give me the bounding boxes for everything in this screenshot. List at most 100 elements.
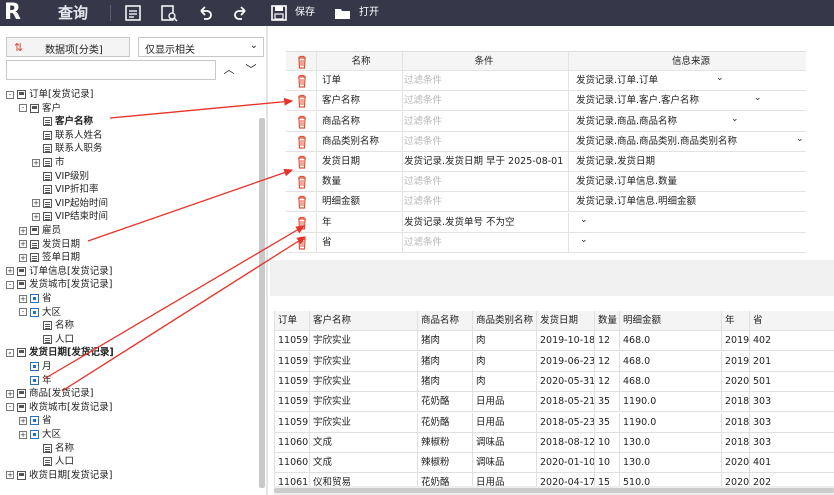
chevron-down-icon[interactable]: ⌄	[731, 114, 739, 124]
table-view-icon[interactable]	[124, 4, 142, 22]
tree-node[interactable]: 月	[19, 360, 52, 373]
chevron-down-icon[interactable]: ⌄	[796, 134, 804, 144]
condition-source[interactable]: 发货记录.商品.商品类别.商品类别名称	[576, 132, 806, 152]
condition-filter-field[interactable]: 发货记录.发货日期 早于 2025-08-01...	[404, 152, 564, 172]
trash-icon[interactable]	[296, 94, 308, 108]
scrollbar-thumb[interactable]	[274, 488, 834, 493]
collapse-icon[interactable]: -	[6, 348, 14, 357]
expand-icon[interactable]: +	[19, 240, 27, 249]
condition-filter-field[interactable]: 过滤条件	[404, 112, 564, 132]
tree-node[interactable]: 名称	[32, 319, 74, 332]
tree-node[interactable]: + 省	[19, 292, 52, 305]
collapse-icon[interactable]: -	[6, 280, 14, 289]
tree-node[interactable]: - 发货日期[发货记录]	[6, 346, 114, 359]
collapse-icon[interactable]: -	[19, 308, 27, 317]
tree-scrollbar[interactable]	[259, 118, 265, 488]
expand-icon[interactable]: +	[19, 253, 27, 262]
tree-node[interactable]: VIP级别	[32, 170, 89, 183]
trash-icon[interactable]	[296, 135, 308, 149]
field-search-input[interactable]	[6, 60, 216, 80]
expand-icon[interactable]: +	[6, 389, 14, 398]
tree-node[interactable]: 名称	[32, 442, 74, 455]
open-folder-icon[interactable]	[334, 4, 352, 22]
chevron-down-icon[interactable]: ⌄	[754, 93, 762, 103]
tree-node[interactable]: - 客户	[19, 102, 61, 115]
expand-icon[interactable]: +	[19, 226, 27, 235]
tree-node[interactable]: 客户名称	[32, 115, 93, 128]
tree-node[interactable]: + 雇员	[19, 224, 61, 237]
condition-name: 明细金额	[322, 196, 361, 208]
condition-source[interactable]: 发货记录.发货日期	[576, 152, 806, 172]
panel-divider[interactable]	[266, 26, 268, 495]
condition-filter-field[interactable]: 过滤条件	[404, 192, 564, 212]
trash-icon[interactable]	[296, 195, 308, 209]
expand-icon[interactable]: +	[6, 471, 14, 480]
trash-icon[interactable]	[296, 155, 308, 169]
table-row: 11059 宇欣实业 花奶酪 日用品 2018-05-23 35 1190.0 2018 303	[274, 412, 834, 433]
chevron-down-icon[interactable]: ⌄	[580, 235, 588, 245]
tree-node[interactable]: VIP折扣率	[32, 183, 99, 196]
tree-node[interactable]: + 省	[19, 414, 52, 427]
tree-node[interactable]: 人口	[32, 333, 74, 346]
delete-all-icon[interactable]	[296, 55, 308, 69]
expand-icon[interactable]: +	[19, 294, 27, 303]
tree-node[interactable]: + 商品[发货记录]	[6, 387, 93, 400]
condition-source[interactable]: 发货记录.商品.商品名称	[576, 112, 806, 132]
tree-node[interactable]: + 发货日期	[19, 238, 80, 251]
condition-source[interactable]	[576, 213, 806, 233]
expand-icon[interactable]: +	[19, 430, 27, 439]
expand-icon[interactable]: +	[32, 158, 40, 167]
condition-source[interactable]: 发货记录.订单信息.数量	[576, 172, 806, 192]
filter-dropdown[interactable]: 仅显示相关 ⌄	[138, 37, 264, 57]
tree-node[interactable]: 联系人职务	[32, 142, 103, 155]
expand-icon[interactable]: +	[19, 416, 27, 425]
expand-icon[interactable]: +	[32, 199, 40, 208]
tree-node[interactable]: - 发货城市[发货记录]	[6, 278, 112, 291]
chevron-down-icon[interactable]: ⌄	[580, 215, 588, 225]
condition-filter-field[interactable]: 过滤条件	[404, 132, 564, 152]
collapse-icon[interactable]: -	[6, 90, 14, 99]
open-button[interactable]: 打开	[359, 0, 379, 26]
trash-icon[interactable]	[296, 236, 308, 250]
condition-filter-field[interactable]: 过滤条件	[404, 71, 564, 91]
tree-node[interactable]: + 大区	[19, 428, 61, 441]
trash-icon[interactable]	[296, 216, 308, 230]
condition-source[interactable]	[576, 233, 806, 253]
trash-icon[interactable]	[296, 175, 308, 189]
condition-filter-field[interactable]: 发货记录.发货单号 不为空	[404, 213, 564, 233]
query-preview-icon[interactable]	[160, 4, 178, 22]
condition-source[interactable]: 发货记录.订单.订单	[576, 71, 806, 91]
tree-node[interactable]: + VIP结束时间	[32, 210, 108, 223]
condition-filter-field[interactable]: 过滤条件	[404, 233, 564, 253]
condition-source[interactable]: 发货记录.订单信息.明细金额	[576, 192, 806, 212]
expand-icon[interactable]: +	[6, 267, 14, 276]
save-icon[interactable]	[270, 4, 288, 22]
tree-node[interactable]: - 收货城市[发货记录]	[6, 401, 112, 414]
tree-node[interactable]: + 签单日期	[19, 251, 80, 264]
tree-node[interactable]: + 订单信息[发货记录]	[6, 265, 112, 278]
tree-node[interactable]: - 大区	[19, 306, 61, 319]
redo-icon[interactable]	[232, 4, 250, 22]
tree-node[interactable]: 人口	[32, 455, 74, 468]
condition-filter-field[interactable]: 过滤条件	[404, 91, 564, 111]
condition-source[interactable]: 发货记录.订单.客户.客户名称	[576, 91, 806, 111]
tree-node[interactable]: 联系人姓名	[32, 129, 103, 142]
chevron-up-icon[interactable]: ︿	[220, 61, 238, 79]
trash-icon[interactable]	[296, 74, 308, 88]
collapse-icon[interactable]: -	[19, 104, 27, 113]
tree-node[interactable]: + 收货日期[发货记录]	[6, 469, 112, 482]
tree-node[interactable]: 年	[19, 374, 52, 387]
collapse-icon[interactable]: -	[6, 403, 14, 412]
tree-node[interactable]: + 市	[32, 156, 65, 169]
trash-icon[interactable]	[296, 115, 308, 129]
condition-filter-field[interactable]: 过滤条件	[404, 172, 564, 192]
chevron-down-icon[interactable]: ﹀	[242, 61, 260, 79]
chevron-down-icon[interactable]: ⌄	[716, 73, 724, 83]
tree-node[interactable]: - 订单[发货记录]	[6, 88, 93, 101]
expand-icon[interactable]: +	[32, 212, 40, 221]
tree-node[interactable]: + VIP起始时间	[32, 197, 108, 210]
undo-icon[interactable]	[196, 4, 214, 22]
horizontal-scrollbar[interactable]	[274, 486, 834, 495]
save-button[interactable]: 保存	[295, 0, 315, 26]
field-category-button[interactable]: ⇅ 数据项[分类]	[6, 37, 130, 57]
